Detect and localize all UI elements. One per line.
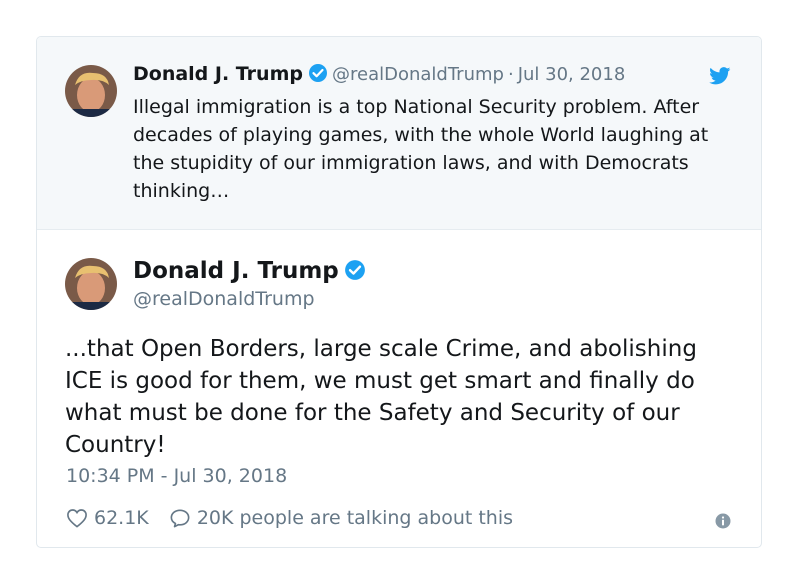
quoted-date[interactable]: Jul 30, 2018: [518, 64, 626, 85]
verified-badge-icon: [344, 259, 366, 287]
verified-badge-icon: [308, 63, 328, 88]
quoted-tweet-header: Donald J. Trump @realDonaldTrump · Jul 30, …: [133, 63, 625, 88]
tweet-timestamp[interactable]: 10:34 PM - Jul 30, 2018: [66, 465, 287, 487]
author-handle[interactable]: @realDonaldTrump: [133, 288, 315, 310]
author-name-row: Donald J. Trump: [133, 258, 370, 287]
embedded-tweet-card: Donald J. Trump @realDonaldTrump · Jul 30, …: [36, 36, 762, 548]
like-button[interactable]: 62.1K: [66, 507, 149, 529]
avatar[interactable]: [65, 65, 117, 117]
quoted-author-name[interactable]: Donald J. Trump: [133, 63, 303, 85]
comment-icon: [170, 509, 190, 528]
heart-icon: [67, 509, 87, 528]
quoted-tweet[interactable]: Donald J. Trump @realDonaldTrump · Jul 30, …: [37, 37, 761, 230]
conversation-link[interactable]: 20K people are talking about this: [169, 507, 513, 529]
twitter-bird-icon[interactable]: [709, 67, 731, 89]
author-name[interactable]: Donald J. Trump: [133, 258, 339, 284]
separator-dot: ·: [507, 64, 514, 85]
like-count: 62.1K: [94, 507, 149, 529]
info-icon[interactable]: [715, 513, 731, 533]
tweet-text: ...that Open Borders, large scale Crime,…: [65, 336, 697, 458]
talking-count: 20K people are talking about this: [196, 507, 514, 529]
avatar[interactable]: [65, 258, 117, 310]
quoted-author-handle[interactable]: @realDonaldTrump: [332, 64, 504, 85]
tweet-actions: 62.1K 20K people are talking about this: [66, 507, 527, 533]
quoted-tweet-text: Illegal immigration is a top National Se…: [133, 96, 709, 202]
